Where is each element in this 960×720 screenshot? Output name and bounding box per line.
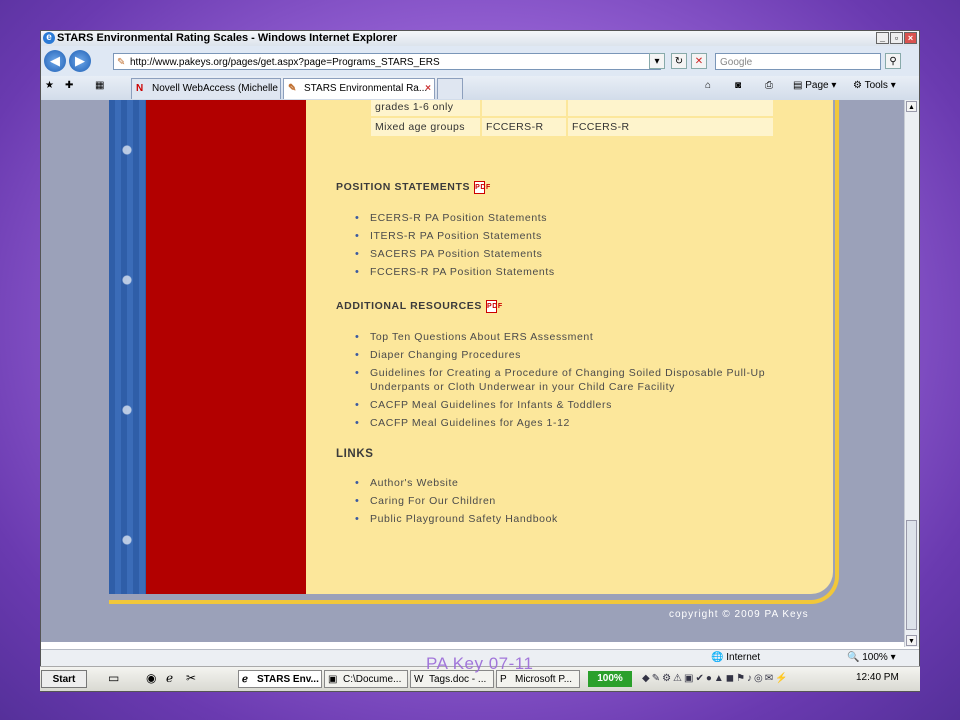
quicklaunch-icon[interactable]: ◉ <box>146 671 156 685</box>
taskbar-label: STARS Env... <box>257 674 319 685</box>
list-item[interactable]: Diaper Changing Procedures <box>355 348 800 362</box>
tool-quicklaunch-icon[interactable]: ✂ <box>186 671 196 685</box>
word-icon: W <box>414 674 424 685</box>
scroll-up-icon[interactable]: ▲ <box>906 101 917 112</box>
list-item[interactable]: FCCERS-R PA Position Statements <box>355 265 555 279</box>
position-statements-heading: POSITION STATEMENTS PDF <box>336 181 490 194</box>
table-cell: serving children in grades 1-6 only <box>371 100 482 118</box>
print-icon[interactable]: ⎙ <box>765 80 773 91</box>
taskbar-label: Microsoft P... <box>515 674 573 685</box>
start-button[interactable]: Start <box>41 670 87 688</box>
red-sidebar <box>146 100 306 594</box>
tools-menu-label: Tools <box>864 80 888 91</box>
close-tab-icon[interactable]: × <box>425 79 431 99</box>
list-item[interactable]: CACFP Meal Guidelines for Ages 1-12 <box>355 416 800 430</box>
search-input[interactable]: Google <box>715 53 881 70</box>
tab-label: STARS Environmental Ra... <box>304 83 428 94</box>
scroll-down-icon[interactable]: ▼ <box>906 635 917 646</box>
minimize-icon[interactable]: _ <box>876 32 889 44</box>
zone-label: Internet <box>726 652 761 663</box>
page-menu-label: Page <box>805 80 829 91</box>
page-menu[interactable]: ▤ Page ▾ <box>793 80 836 91</box>
ie-quicklaunch-icon[interactable]: ℯ <box>166 671 173 685</box>
tab-stars[interactable]: ✎ STARS Environmental Ra... × <box>283 78 435 99</box>
novell-icon: N <box>136 83 144 94</box>
scroll-thumb[interactable] <box>906 520 917 630</box>
home-icon[interactable]: ⌂ <box>705 80 711 91</box>
refresh-button[interactable]: ↻ <box>671 53 687 69</box>
tab-label: Novell WebAccess (Michelle ... <box>152 83 281 94</box>
list-item[interactable]: Top Ten Questions About ERS Assessment <box>355 330 800 344</box>
forward-button[interactable]: ▶ <box>69 50 91 72</box>
title-bar: e STARS Environmental Rating Scales - Wi… <box>41 31 919 46</box>
favorites-icon[interactable]: ★ <box>45 80 54 91</box>
folder-icon: ▣ <box>328 674 338 685</box>
position-statements-list: ECERS-R PA Position Statements ITERS-R P… <box>355 211 555 283</box>
list-item[interactable]: ITERS-R PA Position Statements <box>355 229 555 243</box>
taskbar-button[interactable]: ▣ C:\Docume... <box>324 670 408 688</box>
tab-novell[interactable]: N Novell WebAccess (Michelle ... <box>131 78 281 99</box>
zoom-label: 100% <box>862 652 888 663</box>
list-item[interactable]: Guidelines for Creating a Procedure of C… <box>355 366 800 394</box>
taskbar-label: C:\Docume... <box>343 674 402 685</box>
table-cell <box>482 100 568 118</box>
address-text: http://www.pakeys.org/pages/get.aspx?pag… <box>130 57 440 68</box>
links-heading: LINKS <box>336 448 374 460</box>
security-zone: 🌐 Internet <box>711 652 761 663</box>
list-item[interactable]: CACFP Meal Guidelines for Infants & Todd… <box>355 398 800 412</box>
address-toolbar: ◀ ▶ ✎ http://www.pakeys.org/pages/get.as… <box>41 46 919 76</box>
address-input[interactable]: ✎ http://www.pakeys.org/pages/get.aspx?p… <box>113 53 661 70</box>
address-dropdown-button[interactable]: ▾ <box>649 53 665 69</box>
feeds-icon[interactable]: ◙ <box>735 80 741 91</box>
system-tray-icons[interactable]: ◆✎⚙⚠▣✔●▲◼⚑♪◎✉⚡ <box>642 673 790 684</box>
ers-table: serving children in grades 1-6 only Mixe… <box>371 100 775 138</box>
list-item[interactable]: Author's Website <box>355 476 558 490</box>
tools-menu[interactable]: ⚙ Tools ▾ <box>853 80 896 91</box>
pdf-icon[interactable]: PDF <box>474 181 490 194</box>
taskbar-label: Tags.doc - ... <box>429 674 487 685</box>
links-list: Author's Website Caring For Our Children… <box>355 476 558 530</box>
table-cell: FCCERS-R <box>568 118 775 138</box>
back-button[interactable]: ◀ <box>44 50 66 72</box>
page-icon: ✎ <box>117 57 126 68</box>
table-row: Mixed age groups FCCERS-R FCCERS-R <box>371 118 775 138</box>
pdf-icon[interactable]: PDF <box>485 300 502 313</box>
zoom-control[interactable]: 🔍 100% ▾ <box>847 652 896 663</box>
slide-footer-label: PA Key 07-11 <box>426 654 534 673</box>
new-tab-button[interactable] <box>437 78 463 99</box>
ie-icon: ℯ <box>242 674 248 685</box>
table-cell <box>568 100 775 118</box>
show-desktop-icon[interactable]: ▭ <box>108 671 119 685</box>
quick-tabs-icon[interactable]: ▦ <box>95 80 104 91</box>
add-favorite-icon[interactable]: ✚ <box>65 80 73 91</box>
table-cell: Mixed age groups <box>371 118 482 138</box>
list-item[interactable]: Public Playground Safety Handbook <box>355 512 558 526</box>
search-button[interactable]: ⚲ <box>885 53 901 69</box>
maximize-icon[interactable]: ▫ <box>890 32 903 44</box>
list-item[interactable]: Caring For Our Children <box>355 494 558 508</box>
window-title: STARS Environmental Rating Scales - Wind… <box>57 32 398 44</box>
decorative-key-pattern <box>109 100 146 594</box>
tab-bar: ★ ✚ ▦ N Novell WebAccess (Michelle ... ✎… <box>41 76 919 101</box>
page-icon: ✎ <box>288 83 297 94</box>
page-viewport: serving children in grades 1-6 only Mixe… <box>41 100 907 642</box>
list-item[interactable]: ECERS-R PA Position Statements <box>355 211 555 225</box>
table-cell: FCCERS-R <box>482 118 568 138</box>
table-row: serving children in grades 1-6 only <box>371 100 775 118</box>
clock: 12:40 PM <box>856 672 899 683</box>
additional-resources-list: Top Ten Questions About ERS Assessment D… <box>355 330 800 434</box>
close-icon[interactable]: × <box>904 32 917 44</box>
copyright-text: copyright © 2009 PA Keys <box>669 609 809 620</box>
list-item[interactable]: SACERS PA Position Statements <box>355 247 555 261</box>
vertical-scrollbar[interactable]: ▲ ▼ <box>904 100 919 647</box>
additional-resources-heading: ADDITIONAL RESOURCES PDF <box>336 300 502 313</box>
battery-indicator[interactable]: 100% <box>588 671 632 687</box>
taskbar-button[interactable]: ℯ STARS Env... <box>238 670 322 688</box>
browser-window: e STARS Environmental Rating Scales - Wi… <box>40 30 920 692</box>
ie-logo-icon: e <box>43 32 55 44</box>
section-heading: POSITION STATEMENTS <box>336 181 471 193</box>
web-page: serving children in grades 1-6 only Mixe… <box>109 100 844 620</box>
section-heading: ADDITIONAL RESOURCES <box>336 300 482 312</box>
stop-button[interactable]: ✕ <box>691 53 707 69</box>
